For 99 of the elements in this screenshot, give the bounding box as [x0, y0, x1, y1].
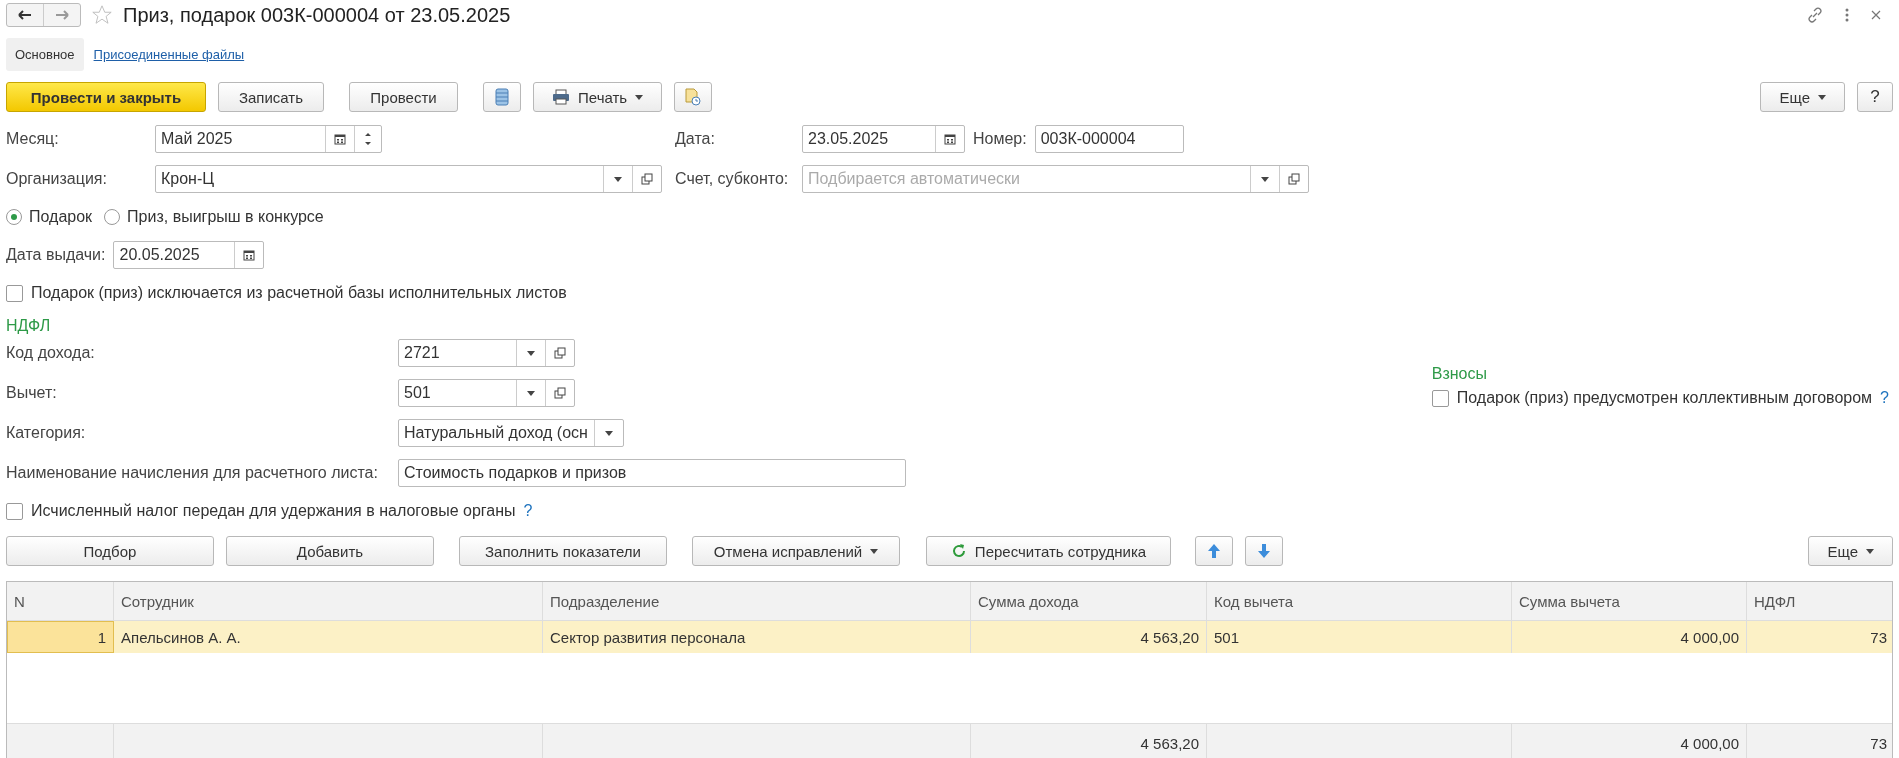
refresh-icon [950, 543, 967, 559]
checkbox[interactable] [1431, 389, 1449, 407]
total-cell-text: 73 [1869, 733, 1888, 754]
column-header[interactable]: Сотрудник [114, 582, 543, 620]
field-label: Дата выдачи: [6, 246, 106, 264]
help-link[interactable]: ? [1880, 389, 1889, 407]
section-title: НДФЛ [6, 317, 52, 335]
open-icon [554, 347, 566, 359]
checkbox-label: Подарок (приз) исключается из расчетной базы исполнительных листов [31, 284, 567, 302]
caret-icon [527, 350, 535, 356]
caret-icon [605, 430, 613, 436]
checkbox-label: Исчисленный налог передан для удержания в налоговые органы [31, 502, 516, 520]
toolbar-button[interactable]: Подбор [6, 536, 214, 566]
field-label: Месяц: [6, 130, 60, 148]
field-label: Наименование начисления для расчетного листа: [6, 464, 379, 482]
recalculate-button[interactable]: Пересчитать сотрудника [926, 536, 1171, 566]
link-icon[interactable] [1807, 7, 1823, 23]
input-field[interactable]: Май 2025 [155, 125, 382, 153]
column-header[interactable]: Сумма дохода [971, 582, 1207, 620]
column-header[interactable]: Сумма вычета [1512, 582, 1747, 620]
table-cell: Сектор развития персонала [543, 621, 971, 653]
calendar-icon [334, 133, 346, 145]
caret-icon [1866, 548, 1874, 554]
table-cell: 4 563,20 [971, 621, 1207, 653]
toolbar-button[interactable]: Провести и закрыть [6, 82, 206, 112]
total-cell: 4 000,00 [1512, 724, 1747, 758]
field-label: Вычет: [6, 384, 58, 402]
open-icon [1288, 173, 1300, 185]
radio-button[interactable] [104, 209, 121, 225]
section-title: Взносы [1431, 365, 1488, 383]
forward-arrow-icon [55, 10, 69, 20]
table-cell: 4 000,00 [1512, 621, 1747, 653]
column-header[interactable]: Код вычета [1207, 582, 1512, 620]
spin-icon [365, 132, 371, 146]
open-icon [554, 387, 566, 399]
caret-icon [635, 94, 644, 100]
move-up-button[interactable] [1195, 536, 1233, 566]
input-field[interactable]: Натуральный доход (осн [398, 419, 624, 447]
toolbar-button[interactable]: Записать [218, 82, 324, 112]
print-button[interactable]: Печать [533, 82, 663, 112]
tab[interactable]: Присоединенные файлы [93, 37, 245, 71]
checkbox[interactable] [6, 502, 23, 520]
caret-icon [1261, 176, 1269, 182]
list-icon [495, 88, 509, 106]
radio-label: Подарок [29, 208, 93, 226]
column-header[interactable]: Подразделение [543, 582, 971, 620]
toolbar-button[interactable]: Провести [349, 82, 458, 112]
more-button[interactable]: Еще [1760, 82, 1845, 112]
input-field[interactable]: Стоимость подарков и призов [398, 459, 906, 487]
document-clock-icon [684, 88, 703, 106]
table-cell: 1 [7, 621, 114, 653]
table-cell: 501 [1207, 621, 1512, 653]
help-link[interactable]: ? [523, 502, 533, 520]
field-label: Дата: [675, 130, 716, 148]
open-icon [641, 173, 653, 185]
checkbox[interactable] [6, 284, 23, 302]
input-field[interactable]: 23.05.2025 [802, 125, 965, 153]
caret-icon [1818, 94, 1826, 100]
checkbox-label: Подарок (приз) предусмотрен коллективным договором [1456, 389, 1873, 407]
table-cell-text: 73 [1869, 627, 1888, 648]
printer-icon [552, 89, 570, 105]
list-button[interactable] [483, 82, 521, 112]
field-label: Номер: [973, 130, 1027, 148]
table-row[interactable]: 1 Апельсинов А. А. Сектор развития персонала 4 563,20 501 4 000,00 73 [7, 621, 1892, 653]
column-header[interactable]: N [7, 582, 114, 620]
up-arrow-icon [1207, 543, 1221, 559]
input-field[interactable]: Крон-Ц [155, 165, 662, 193]
down-arrow-icon [1257, 543, 1271, 559]
tab[interactable]: Основное [6, 37, 84, 71]
caret-icon [527, 390, 535, 396]
star-icon[interactable] [91, 4, 113, 26]
field-label: Категория: [6, 424, 87, 442]
column-header[interactable]: НДФЛ [1747, 582, 1894, 620]
more-button[interactable]: Еще [1808, 536, 1893, 566]
back-arrow-icon [18, 10, 32, 20]
toolbar-button[interactable]: Заполнить показатели [459, 536, 667, 566]
total-cell: 4 563,20 [971, 724, 1207, 758]
field-label: Код дохода: [6, 344, 96, 362]
calendar-icon [243, 249, 256, 261]
field-label: Организация: [6, 170, 108, 188]
calendar-icon [944, 133, 956, 145]
input-field[interactable]: 501 [398, 379, 575, 407]
toolbar-button[interactable]: Добавить [226, 536, 434, 566]
radio-label: Приз, выигрыш в конкурсе [127, 208, 324, 226]
input-field[interactable]: 20.05.2025 [113, 241, 265, 269]
report-button[interactable] [674, 82, 713, 112]
radio-button[interactable] [6, 209, 22, 225]
menu-button[interactable]: Отмена исправлений [692, 536, 900, 566]
caret-icon [614, 176, 622, 182]
table-cell: Апельсинов А. А. [114, 621, 543, 653]
close-icon[interactable] [1871, 10, 1881, 20]
field-label: Счет, субконто: [675, 170, 790, 188]
input-field[interactable]: 2721 [398, 339, 575, 367]
window-title: Приз, подарок 003К-000004 от 23.05.2025 [123, 3, 511, 27]
help-button[interactable]: ? [1857, 82, 1893, 112]
more-icon[interactable] [1845, 8, 1849, 22]
input-field[interactable]: 003К-000004 [1034, 125, 1184, 153]
move-down-button[interactable] [1245, 536, 1283, 566]
caret-icon [870, 548, 879, 554]
